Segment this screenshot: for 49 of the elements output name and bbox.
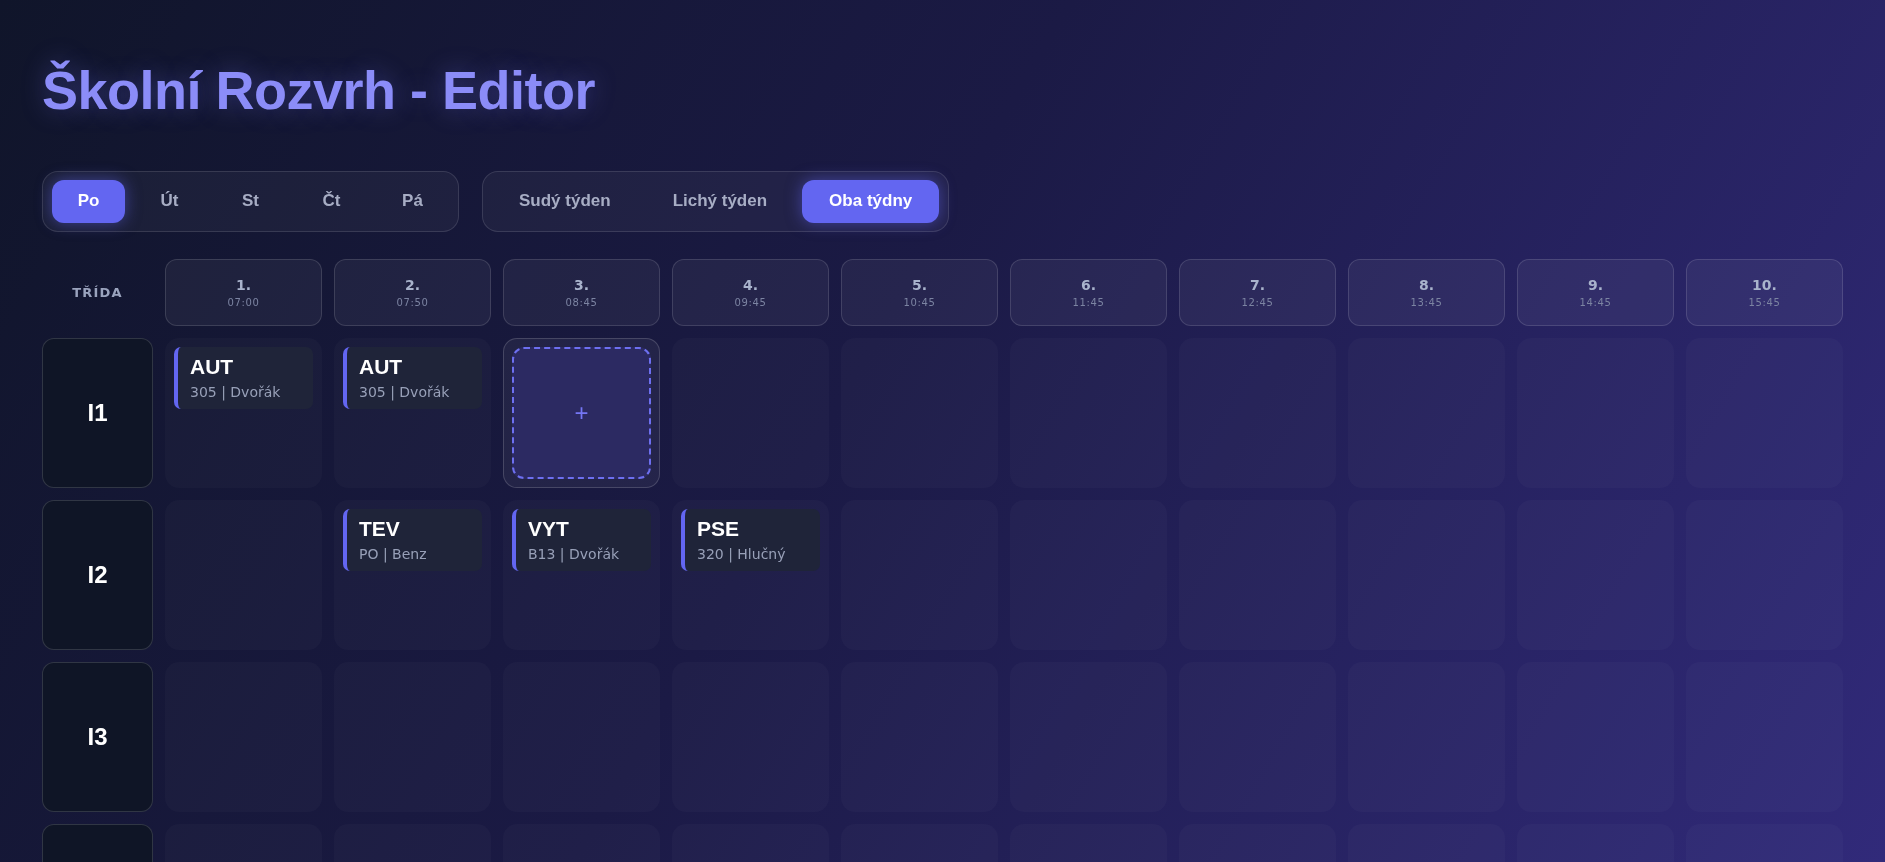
subject-code: VYT — [528, 516, 570, 541]
period-time: 09:45 — [734, 296, 767, 308]
week-tab[interactable]: Sudý týden — [492, 179, 638, 223]
day-tab[interactable]: Út — [133, 179, 206, 223]
period-time: 08:45 — [565, 296, 598, 308]
column-heading: TŘÍDA — [72, 284, 123, 300]
period-time: 12:45 — [1241, 296, 1274, 308]
page-title: Školní Rozvrh - Editor — [42, 59, 597, 122]
period-time: 07:00 — [227, 296, 260, 308]
day-tab[interactable]: Čt — [295, 179, 368, 223]
period-number: 4. — [742, 276, 759, 293]
week-tab[interactable]: Oba týdny — [802, 179, 940, 223]
period-time: 15:45 — [1748, 296, 1781, 308]
lesson-card[interactable]: AUT 305 | Dvořák — [343, 346, 482, 409]
lesson-detail: 320 | Hlučný — [697, 545, 787, 562]
subject-code: AUT — [359, 354, 404, 379]
day-tab[interactable]: Pá — [376, 179, 449, 223]
period-number: 3. — [573, 276, 590, 293]
subject-code: TEV — [359, 516, 401, 541]
period-time: 14:45 — [1579, 296, 1612, 308]
lesson-detail: 305 | Dvořák — [359, 383, 451, 400]
lesson-card[interactable]: PSE 320 | Hlučný — [681, 508, 820, 571]
period-number: 8. — [1418, 276, 1435, 293]
period-number: 10. — [1752, 276, 1777, 293]
add-lesson-button[interactable]: + — [512, 346, 651, 479]
lesson-card[interactable]: TEV PO | Benz — [343, 508, 482, 571]
lesson-card[interactable]: AUT 305 | Dvořák — [174, 346, 313, 409]
lesson-detail: PO | Benz — [359, 545, 428, 562]
period-number: 9. — [1587, 276, 1604, 293]
subject-code: AUT — [190, 354, 235, 379]
period-time: 10:45 — [903, 296, 936, 308]
class-label: I1 — [42, 337, 153, 488]
period-time: 07:50 — [396, 296, 429, 308]
day-tab[interactable]: Po — [52, 179, 125, 223]
period-number: 1. — [235, 276, 252, 293]
lesson-detail: 305 | Dvořák — [190, 383, 282, 400]
period-number: 5. — [911, 276, 928, 293]
class-label: I3 — [42, 661, 153, 812]
lesson-detail: B13 | Dvořák — [528, 545, 621, 562]
period-number: 2. — [404, 276, 421, 293]
period-number: 6. — [1080, 276, 1097, 293]
period-time: 11:45 — [1072, 296, 1105, 308]
subject-code: PSE — [697, 516, 741, 541]
period-time: 13:45 — [1410, 296, 1443, 308]
class-label: I2 — [42, 499, 153, 650]
lesson-card[interactable]: VYT B13 | Dvořák — [512, 508, 651, 571]
period-number: 7. — [1249, 276, 1266, 293]
week-tab[interactable]: Lichý týden — [645, 179, 795, 223]
day-tab[interactable]: St — [214, 179, 287, 223]
